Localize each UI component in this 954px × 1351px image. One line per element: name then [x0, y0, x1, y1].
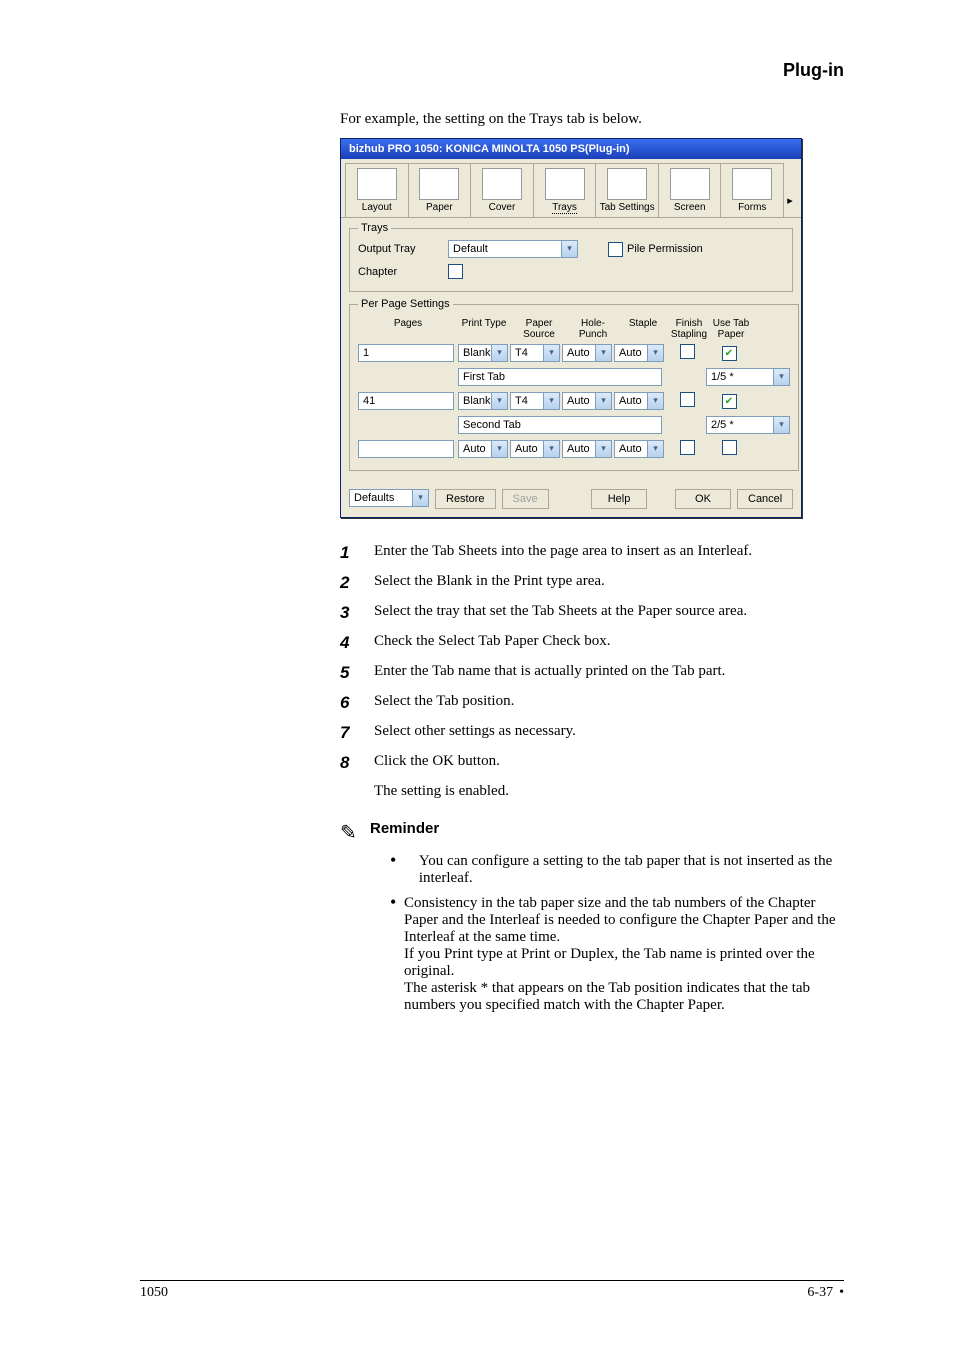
- output-tray-select[interactable]: Default▾: [448, 240, 578, 258]
- paper-source-select[interactable]: T4▾: [510, 344, 560, 362]
- use-tab-check[interactable]: ✔: [722, 394, 737, 409]
- column-headers: Pages Print Type Paper Source Hole-Punch…: [358, 318, 790, 340]
- paper-source-select[interactable]: T4▾: [510, 392, 560, 410]
- dialog-buttons: Defaults▾ Restore Save Help OK Cancel: [341, 485, 801, 517]
- tab-paper[interactable]: Paper: [408, 163, 472, 217]
- tab-position-select[interactable]: 2/5 *▾: [706, 416, 790, 434]
- defaults-select[interactable]: Defaults▾: [349, 489, 429, 507]
- staple-select[interactable]: Auto▾: [614, 392, 664, 410]
- footer-page: 6-37: [807, 1285, 833, 1301]
- chapter-check[interactable]: [448, 264, 463, 279]
- tab-position-select[interactable]: 1/5 *▾: [706, 368, 790, 386]
- step-1: 1Enter the Tab Sheets into the page area…: [340, 543, 844, 563]
- paper-source-select[interactable]: Auto▾: [510, 440, 560, 458]
- trays-legend: Trays: [358, 222, 391, 234]
- print-type-select[interactable]: Auto▾: [458, 440, 508, 458]
- bullet-2: • Consistency in the tab paper size and …: [390, 895, 844, 1014]
- finish-stapling-check[interactable]: [680, 440, 695, 455]
- bullet-1: •You can configure a setting to the tab …: [390, 853, 844, 887]
- page-footer: 1050 6-37 •: [140, 1280, 844, 1301]
- tab-strip: Layout Paper Cover Trays Tab Settings Sc…: [341, 159, 801, 218]
- tab-name-input[interactable]: First Tab: [458, 368, 662, 386]
- tabs-scroll-right-icon[interactable]: ▸: [783, 194, 797, 217]
- pps-row: 1 Blank▾ T4▾ Auto▾ Auto▾ ✔: [358, 344, 790, 362]
- step-3: 3Select the tray that set the Tab Sheets…: [340, 603, 844, 623]
- hole-punch-select[interactable]: Auto▾: [562, 392, 612, 410]
- tab-layout[interactable]: Layout: [345, 163, 409, 217]
- pages-input[interactable]: 41: [358, 392, 454, 410]
- ok-button[interactable]: OK: [675, 489, 731, 509]
- reminder-icon: ✎: [340, 820, 370, 845]
- pages-input[interactable]: [358, 440, 454, 458]
- dialog-title: bizhub PRO 1050: KONICA MINOLTA 1050 PS(…: [341, 139, 801, 159]
- pages-input[interactable]: 1: [358, 344, 454, 362]
- staple-select[interactable]: Auto▾: [614, 440, 664, 458]
- chapter-label: Chapter: [358, 266, 448, 278]
- step-5: 5Enter the Tab name that is actually pri…: [340, 663, 844, 683]
- step-7: 7Select other settings as necessary.: [340, 723, 844, 743]
- print-type-select[interactable]: Blank▾: [458, 392, 508, 410]
- tab-forms[interactable]: Forms: [720, 163, 784, 217]
- help-button[interactable]: Help: [591, 489, 647, 509]
- tab-screen[interactable]: Screen: [658, 163, 722, 217]
- step-6: 6Select the Tab position.: [340, 693, 844, 713]
- chapter-header: Plug-in: [140, 60, 844, 81]
- staple-select[interactable]: Auto▾: [614, 344, 664, 362]
- closing-text: The setting is enabled.: [374, 783, 844, 800]
- finish-stapling-check[interactable]: [680, 392, 695, 407]
- step-4: 4Check the Select Tab Paper Check box.: [340, 633, 844, 653]
- pile-permission-label: Pile Permission: [627, 243, 703, 255]
- hole-punch-select[interactable]: Auto▾: [562, 440, 612, 458]
- print-type-select[interactable]: Blank▾: [458, 344, 508, 362]
- print-dialog: bizhub PRO 1050: KONICA MINOLTA 1050 PS(…: [340, 138, 802, 518]
- tab-cover[interactable]: Cover: [470, 163, 534, 217]
- cancel-button[interactable]: Cancel: [737, 489, 793, 509]
- finish-stapling-check[interactable]: [680, 344, 695, 359]
- tab-name-row: Second Tab 2/5 *▾: [358, 416, 790, 434]
- tab-name-input[interactable]: Second Tab: [458, 416, 662, 434]
- save-button: Save: [502, 489, 549, 509]
- step-8: 8Click the OK button.: [340, 753, 844, 773]
- reminder-heading: ✎ Reminder: [340, 820, 844, 845]
- tab-name-row: First Tab 1/5 *▾: [358, 368, 790, 386]
- trays-group: Trays Output Tray Default▾ Pile Permissi…: [349, 222, 793, 292]
- restore-button[interactable]: Restore: [435, 489, 496, 509]
- tab-trays[interactable]: Trays: [533, 163, 597, 217]
- footer-bullet-icon: •: [839, 1285, 844, 1301]
- pps-legend: Per Page Settings: [358, 298, 453, 310]
- use-tab-check[interactable]: [722, 440, 737, 455]
- per-page-settings-group: Per Page Settings Pages Print Type Paper…: [349, 298, 799, 471]
- use-tab-check[interactable]: ✔: [722, 346, 737, 361]
- intro-text: For example, the setting on the Trays ta…: [340, 111, 844, 128]
- hole-punch-select[interactable]: Auto▾: [562, 344, 612, 362]
- tab-tab-settings[interactable]: Tab Settings: [595, 163, 659, 217]
- pps-row: Auto▾ Auto▾ Auto▾ Auto▾: [358, 440, 790, 458]
- output-tray-label: Output Tray: [358, 243, 448, 255]
- footer-model: 1050: [140, 1285, 168, 1301]
- chevron-down-icon: ▾: [561, 241, 577, 257]
- pps-row: 41 Blank▾ T4▾ Auto▾ Auto▾ ✔: [358, 392, 790, 410]
- step-2: 2Select the Blank in the Print type area…: [340, 573, 844, 593]
- pile-permission-check[interactable]: [608, 242, 623, 257]
